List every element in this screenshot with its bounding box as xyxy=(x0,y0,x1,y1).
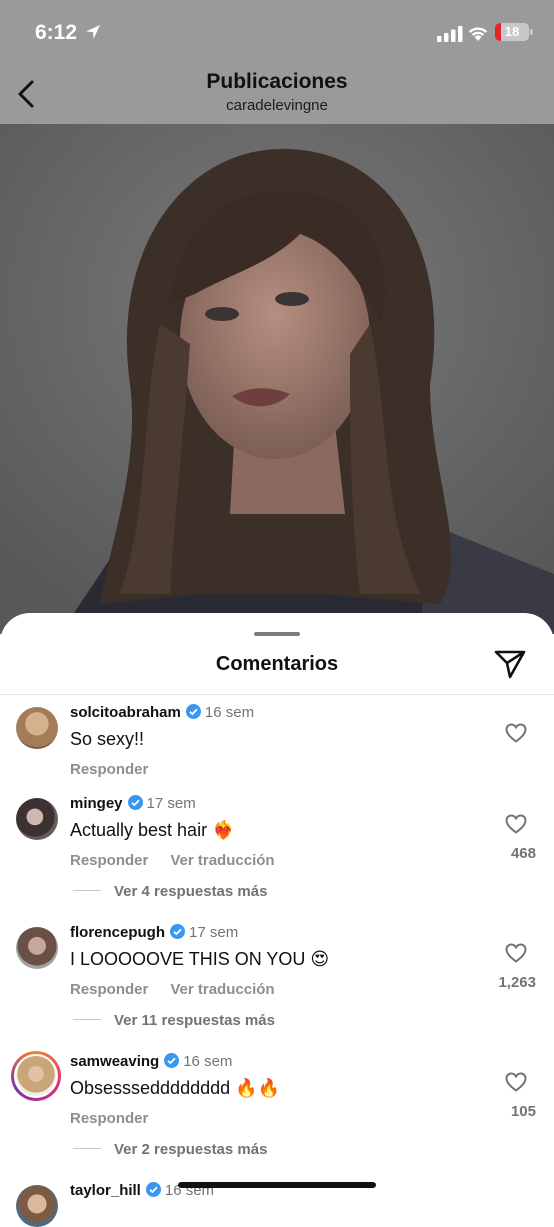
verified-badge-icon xyxy=(127,795,143,810)
comment-time: 16 sem xyxy=(183,1053,233,1070)
view-more-replies-label: Ver 2 respuestas más xyxy=(114,1141,268,1158)
avatar[interactable] xyxy=(16,927,58,969)
header: 6:12 18 Publicaciones caradelevingne xyxy=(0,0,554,124)
home-indicator[interactable] xyxy=(178,1182,376,1188)
replies-line xyxy=(73,890,101,891)
reply-button[interactable]: Responder xyxy=(70,761,148,778)
status-bar: 6:12 18 xyxy=(0,18,554,48)
like-count: 468 xyxy=(510,845,536,862)
comment-text: I LOOOOOVE THIS ON YOU 😍 xyxy=(70,949,330,969)
battery-icon: 18 xyxy=(495,23,529,41)
like-count: 1,263 xyxy=(498,974,536,991)
profile-username[interactable]: caradelevingne xyxy=(0,97,554,114)
verified-badge-icon xyxy=(145,1182,161,1197)
comment-text: So sexy!! xyxy=(70,729,145,749)
verified-badge-icon xyxy=(170,924,186,939)
portrait-image xyxy=(0,124,554,634)
view-more-replies[interactable]: Ver 2 respuestas más xyxy=(73,1141,267,1158)
view-more-replies-label: Ver 11 respuestas más xyxy=(114,1012,275,1029)
comment-username[interactable]: florencepugh xyxy=(70,924,165,941)
comment-username[interactable]: solcitoabraham xyxy=(70,704,181,721)
post-photo[interactable] xyxy=(0,124,554,634)
comment-username[interactable]: mingey xyxy=(70,795,123,812)
comment-meta: mingey 17 sem xyxy=(70,795,196,812)
comment-username[interactable]: taylor_hill xyxy=(70,1182,141,1199)
view-more-replies[interactable]: Ver 11 respuestas más xyxy=(73,1012,275,1029)
replies-line xyxy=(73,1148,101,1149)
reply-button[interactable]: Responder xyxy=(70,852,148,869)
verified-badge-icon xyxy=(185,704,201,719)
see-translation-button[interactable]: Ver traducción xyxy=(170,852,274,869)
see-translation-button[interactable]: Ver traducción xyxy=(170,981,274,998)
location-arrow-icon xyxy=(86,25,100,39)
comment-username[interactable]: samweaving xyxy=(70,1053,159,1070)
replies-line xyxy=(73,1019,101,1020)
sheet-title: Comentarios xyxy=(215,653,339,675)
like-count: 105 xyxy=(510,1103,536,1120)
like-heart-icon[interactable] xyxy=(505,1072,527,1092)
like-heart-icon[interactable] xyxy=(505,943,527,963)
like-heart-icon[interactable] xyxy=(505,723,527,743)
avatar[interactable] xyxy=(16,798,58,840)
comment-actions: Responder xyxy=(70,1110,148,1127)
sheet-drag-handle[interactable] xyxy=(254,632,300,636)
comment-meta: samweaving 16 sem xyxy=(70,1053,232,1070)
comment-meta: florencepugh 17 sem xyxy=(70,924,238,941)
view-more-replies-label: Ver 4 respuestas más xyxy=(114,883,268,900)
comment-actions: Responder xyxy=(70,761,148,778)
sheet-divider xyxy=(0,694,554,695)
comment-time: 17 sem xyxy=(146,795,196,812)
like-heart-icon[interactable] xyxy=(505,814,527,834)
view-more-replies[interactable]: Ver 4 respuestas más xyxy=(73,883,267,900)
comment-time: 17 sem xyxy=(189,924,239,941)
wifi-icon xyxy=(468,27,488,41)
battery-percentage: 18 xyxy=(504,24,520,39)
avatar[interactable] xyxy=(16,1185,58,1227)
battery-cap xyxy=(530,29,533,35)
reply-button[interactable]: Responder xyxy=(70,1110,148,1127)
comment-meta: solcitoabraham 16 sem xyxy=(70,704,254,721)
comment-text: Obsesssedddddddd 🔥🔥 xyxy=(70,1078,280,1098)
comment-time: 16 sem xyxy=(204,704,255,721)
verified-badge-icon xyxy=(164,1053,180,1068)
avatar-story-ring[interactable] xyxy=(11,1051,61,1101)
cellular-signal-icon xyxy=(437,26,463,42)
comment-text: Actually best hair ❤️‍🔥 xyxy=(70,820,235,840)
share-send-icon[interactable] xyxy=(494,649,526,679)
comment-actions: Responder Ver traducción xyxy=(70,852,275,869)
status-time: 6:12 xyxy=(35,21,78,44)
avatar[interactable] xyxy=(16,707,58,749)
page-title: Publicaciones xyxy=(206,70,348,93)
reply-button[interactable]: Responder xyxy=(70,981,148,998)
avatar xyxy=(14,1054,58,1098)
comment-actions: Responder Ver traducción xyxy=(70,981,275,998)
